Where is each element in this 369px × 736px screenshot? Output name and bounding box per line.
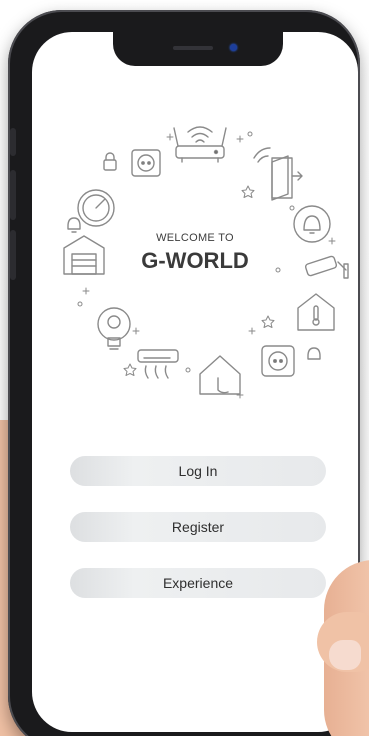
gauge-icon bbox=[77, 189, 115, 227]
login-button[interactable]: Log In bbox=[70, 456, 326, 486]
front-camera bbox=[230, 44, 237, 51]
lock-icon bbox=[103, 152, 117, 171]
thermometer-house-icon bbox=[297, 293, 335, 331]
mute-switch bbox=[10, 128, 16, 156]
volume-up-button bbox=[10, 170, 16, 220]
volume-down-button bbox=[10, 230, 16, 280]
smart-home-touch-icon bbox=[199, 355, 241, 395]
phone-frame: WELCOME TO G-WORLD Log In Register Exper… bbox=[8, 10, 360, 736]
brand-title: G-WORLD bbox=[141, 248, 249, 273]
wifi-router-icon bbox=[173, 126, 227, 163]
thumb-nail bbox=[329, 640, 361, 670]
speaker-grille bbox=[173, 46, 213, 50]
alarm-icon-2 bbox=[307, 347, 321, 360]
phone-screen: WELCOME TO G-WORLD Log In Register Exper… bbox=[32, 32, 358, 732]
welcome-prefix: WELCOME TO bbox=[156, 232, 234, 244]
app-scene: WELCOME TO G-WORLD Log In Register Exper… bbox=[0, 0, 369, 736]
star-icon bbox=[123, 185, 275, 376]
air-conditioner-icon bbox=[137, 349, 179, 379]
experience-button[interactable]: Experience bbox=[70, 568, 326, 598]
power-socket-icon-2 bbox=[261, 345, 295, 377]
power-socket-icon bbox=[131, 149, 161, 177]
alarm-icon bbox=[67, 217, 81, 233]
door-icon bbox=[253, 147, 303, 201]
register-button[interactable]: Register bbox=[70, 512, 326, 542]
notch bbox=[113, 32, 283, 66]
lightbulb-icon bbox=[97, 307, 131, 350]
